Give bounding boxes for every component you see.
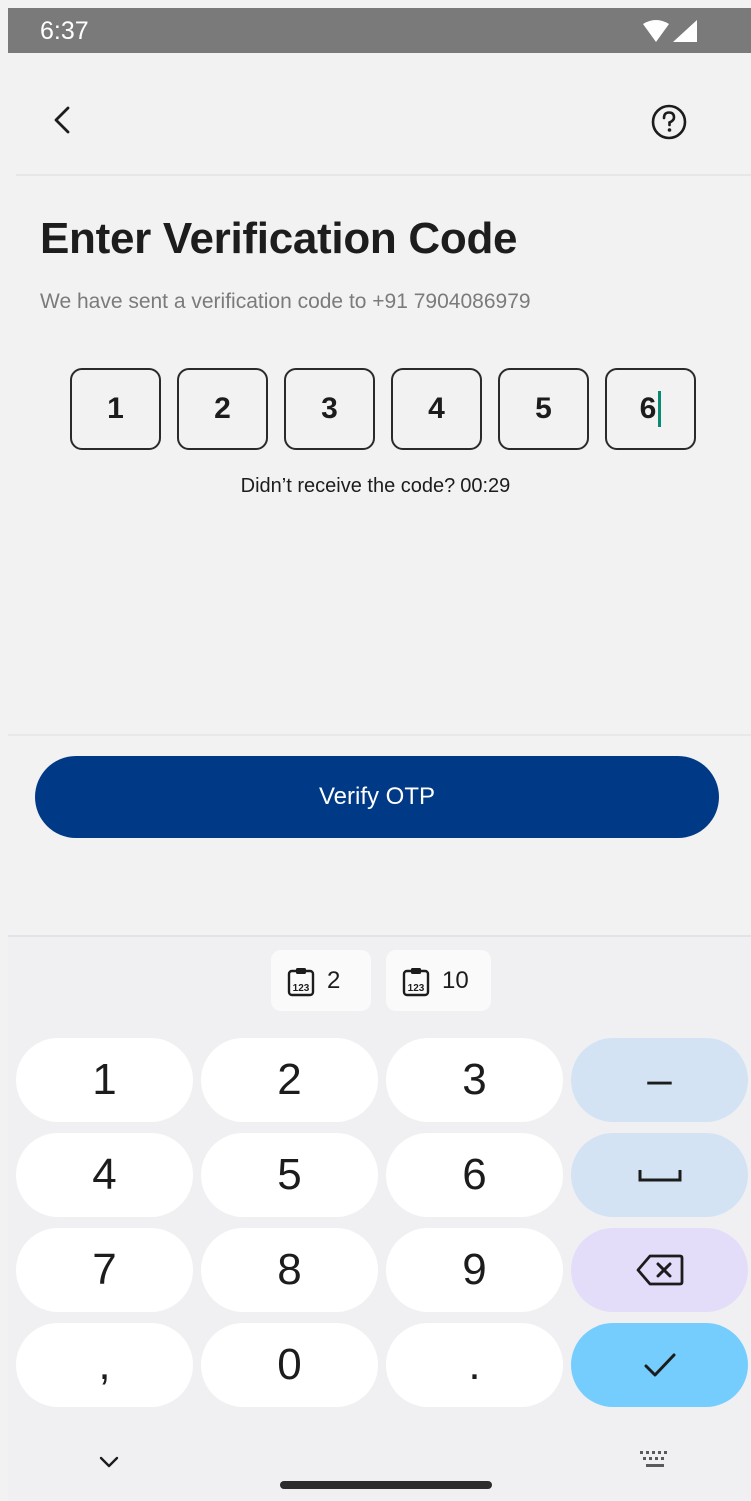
backspace-icon	[636, 1254, 683, 1286]
key-period-label: .	[468, 1340, 481, 1389]
clipboard-chip-2-label: 10	[442, 966, 469, 994]
otp-input-row: 1 2 3 4 5 6	[70, 368, 697, 450]
app-header	[8, 53, 751, 175]
key-comma-label: ,	[98, 1340, 111, 1389]
key-8[interactable]: 8	[201, 1228, 378, 1312]
back-button[interactable]	[46, 103, 80, 137]
clipboard-chip-1[interactable]: 123 2	[271, 950, 371, 1011]
otp-digit-6-value: 6	[639, 392, 657, 425]
space-icon	[638, 1170, 681, 1182]
clipboard-chip-2[interactable]: 123 10	[386, 950, 491, 1011]
clipboard-icon: 123	[287, 967, 315, 996]
key-4-label: 4	[92, 1150, 117, 1199]
key-5[interactable]: 5	[201, 1133, 378, 1217]
numeric-keyboard: 123 2 123 10 1 2 3 – 4 5 6 7 8 9 , 0 .	[8, 935, 751, 1501]
key-minus[interactable]: –	[571, 1038, 748, 1122]
keyboard-icon[interactable]	[638, 1449, 672, 1471]
text-cursor	[658, 391, 662, 427]
verify-otp-button[interactable]: Verify OTP	[35, 756, 719, 838]
key-2-label: 2	[277, 1055, 302, 1104]
signal-icon	[643, 20, 697, 42]
key-4[interactable]: 4	[16, 1133, 193, 1217]
key-6-label: 6	[462, 1150, 487, 1199]
svg-text:123: 123	[408, 983, 425, 994]
svg-text:123: 123	[293, 983, 310, 994]
key-7[interactable]: 7	[16, 1228, 193, 1312]
otp-digit-3[interactable]: 3	[284, 368, 375, 450]
key-period[interactable]: .	[386, 1323, 563, 1407]
otp-digit-2[interactable]: 2	[177, 368, 268, 450]
verify-otp-label: Verify OTP	[318, 783, 436, 810]
key-space[interactable]	[571, 1133, 748, 1217]
key-3[interactable]: 3	[386, 1038, 563, 1122]
resend-prompt: Didn’t receive the code? 00:29	[0, 475, 751, 498]
resend-timer: 00:29	[460, 475, 511, 497]
checkmark-icon	[644, 1353, 675, 1377]
resend-text: Didn’t receive the code?	[240, 475, 456, 497]
key-9[interactable]: 9	[386, 1228, 563, 1312]
key-0-label: 0	[277, 1340, 302, 1389]
subtitle: We have sent a verification code to +91 …	[40, 290, 531, 313]
key-backspace[interactable]	[571, 1228, 748, 1312]
otp-digit-5-value: 5	[535, 392, 552, 425]
page-title: Enter Verification Code	[40, 214, 518, 263]
header-divider	[16, 174, 751, 176]
key-0[interactable]: 0	[201, 1323, 378, 1407]
clipboard-icon: 123	[402, 967, 430, 996]
otp-digit-2-value: 2	[214, 392, 231, 425]
key-1-label: 1	[92, 1055, 117, 1104]
otp-digit-3-value: 3	[321, 392, 338, 425]
key-minus-label: –	[647, 1055, 672, 1104]
key-3-label: 3	[462, 1055, 487, 1104]
otp-digit-5[interactable]: 5	[498, 368, 589, 450]
otp-digit-1-value: 1	[107, 392, 124, 425]
key-8-label: 8	[277, 1245, 302, 1294]
help-button[interactable]	[648, 101, 690, 143]
key-9-label: 9	[462, 1245, 487, 1294]
otp-digit-1[interactable]: 1	[70, 368, 161, 450]
otp-digit-4[interactable]: 4	[391, 368, 482, 450]
key-enter[interactable]	[571, 1323, 748, 1407]
key-5-label: 5	[277, 1150, 302, 1199]
footer-divider	[8, 734, 751, 736]
status-time: 6:37	[40, 17, 89, 45]
key-2[interactable]: 2	[201, 1038, 378, 1122]
key-6[interactable]: 6	[386, 1133, 563, 1217]
key-1[interactable]: 1	[16, 1038, 193, 1122]
key-comma[interactable]: ,	[16, 1323, 193, 1407]
home-indicator[interactable]	[280, 1481, 492, 1489]
chevron-down-icon[interactable]	[98, 1455, 120, 1469]
key-7-label: 7	[92, 1245, 117, 1294]
otp-digit-4-value: 4	[428, 392, 445, 425]
otp-digit-6[interactable]: 6	[605, 368, 696, 450]
clipboard-chip-1-label: 2	[327, 966, 341, 994]
status-bar: 6:37	[8, 8, 751, 53]
